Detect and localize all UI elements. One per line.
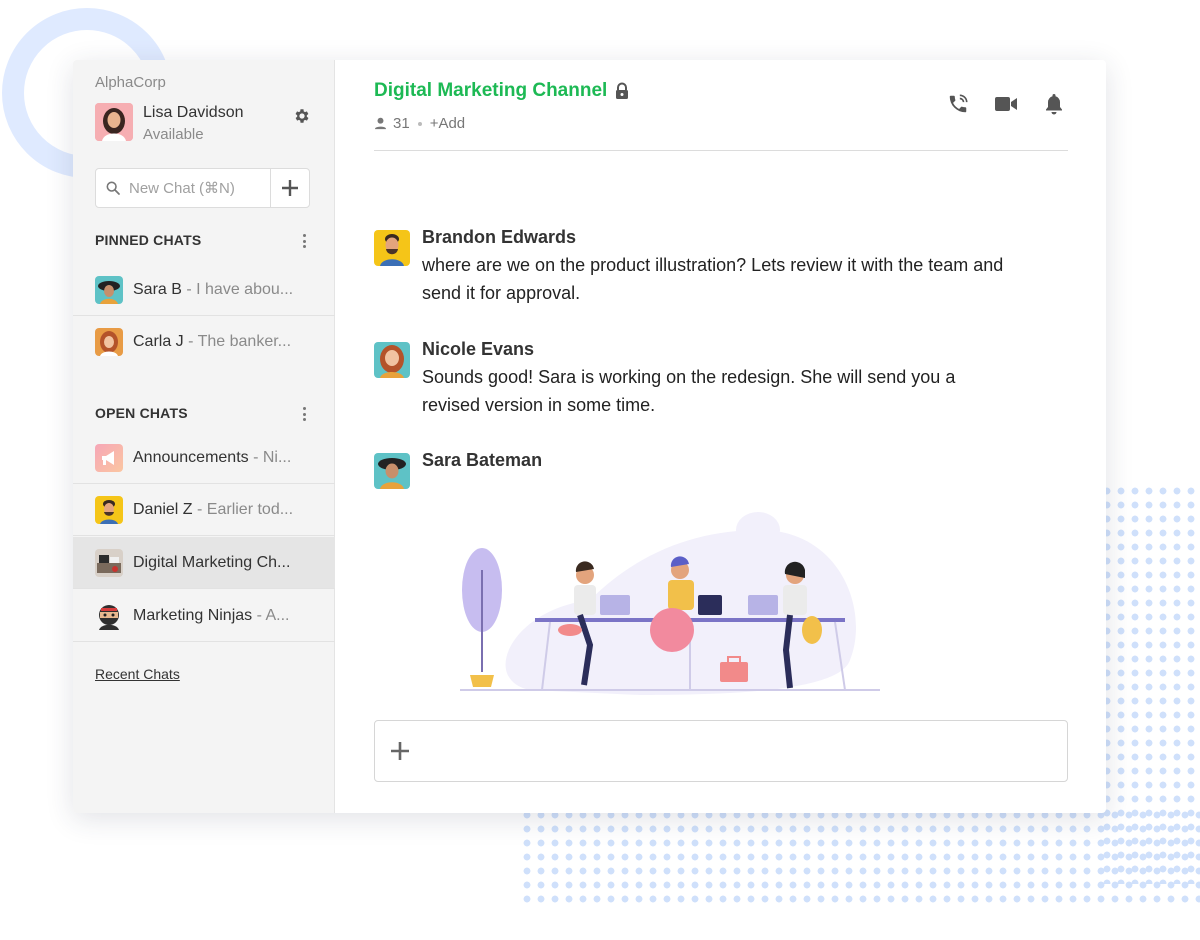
pinned-chat-item[interactable]: Sara B - I have abou... (73, 264, 335, 316)
message-text: where are we on the product illustration… (422, 255, 1004, 303)
new-chat-input[interactable] (129, 179, 269, 197)
message-input[interactable] (421, 721, 1067, 781)
plus-icon (282, 180, 298, 196)
add-attachment-icon[interactable] (389, 740, 411, 762)
video-icon[interactable] (994, 92, 1018, 116)
avatar (95, 495, 123, 524)
avatar (95, 275, 123, 304)
chat-name: Daniel Z (133, 500, 193, 518)
chat-preview: - Ni... (248, 448, 292, 466)
add-member-button[interactable]: +Add (430, 115, 465, 132)
chat-preview: - Earlier tod... (192, 500, 294, 518)
avatar (374, 453, 410, 489)
channel-meta: 31 +Add (374, 115, 465, 132)
phone-icon[interactable] (946, 92, 970, 116)
pinned-more-icon[interactable] (299, 232, 309, 250)
header-divider (374, 150, 1068, 151)
lock-icon (615, 82, 629, 105)
chat-preview: - I have abou... (181, 280, 294, 298)
org-name: AlphaCorp (95, 74, 166, 91)
user-name: Lisa Davidson (143, 104, 244, 121)
chat-name: Sara B (133, 280, 182, 298)
decorative-dots (520, 808, 1200, 908)
bell-icon[interactable] (1042, 92, 1066, 116)
open-chat-item[interactable]: Marketing Ninjas - A... (73, 590, 335, 642)
open-chat-item-active[interactable]: Digital Marketing Ch... (73, 537, 335, 589)
new-chat-button[interactable] (270, 168, 310, 208)
chat-main-panel: Digital Marketing Channel 31 +Add Brando… (335, 60, 1106, 813)
search-icon (106, 181, 120, 195)
chat-preview: - The banker... (183, 333, 292, 350)
open-chats-heading: OPEN CHATS (95, 405, 188, 421)
channel-title: Digital Marketing Channel (374, 80, 608, 101)
open-chat-item[interactable]: Daniel Z - Earlier tod... (73, 484, 335, 536)
avatar (374, 342, 410, 378)
header-actions (946, 92, 1066, 116)
open-chat-item[interactable]: Announcements - Ni... (73, 432, 335, 484)
megaphone-icon (95, 443, 123, 472)
pinned-chats-heading: PINNED CHATS (95, 232, 202, 248)
chat-name: Digital Marketing Ch... (133, 553, 291, 571)
settings-gear-icon[interactable] (293, 107, 311, 125)
message-author: Nicole Evans (422, 339, 535, 359)
chat-name: Carla J (133, 333, 184, 350)
member-icon (374, 117, 387, 130)
ninja-avatar (95, 601, 123, 630)
team-illustration-image[interactable] (440, 490, 900, 700)
pinned-chat-item[interactable]: Carla J - The banker... (73, 316, 335, 368)
chat-name: Marketing Ninjas (133, 606, 253, 624)
channel-thumbnail (95, 548, 123, 577)
message: Sara Bateman (374, 450, 543, 489)
user-status: Available (143, 126, 204, 143)
recent-chats-link[interactable]: Recent Chats (95, 666, 180, 682)
message-text: Sounds good! Sara is working on the rede… (422, 367, 956, 415)
separator-dot (417, 121, 422, 126)
message-author: Brandon Edwards (422, 227, 577, 247)
chat-preview: - A... (252, 606, 290, 624)
open-more-icon[interactable] (299, 405, 309, 423)
chat-name: Announcements (133, 448, 249, 466)
user-avatar[interactable] (95, 103, 133, 141)
chat-app-window: AlphaCorp Lisa Davidson Available PINNED… (73, 60, 1106, 813)
message-composer (374, 720, 1068, 782)
message-author: Sara Bateman (422, 450, 543, 470)
avatar (374, 230, 410, 266)
message: Brandon Edwards where are we on the prod… (374, 227, 1012, 307)
avatar (95, 328, 123, 356)
member-count: 31 (393, 115, 410, 132)
new-chat-search (95, 168, 271, 208)
message: Nicole Evans Sounds good! Sara is workin… (374, 339, 1012, 419)
sidebar: AlphaCorp Lisa Davidson Available PINNED… (73, 60, 335, 813)
